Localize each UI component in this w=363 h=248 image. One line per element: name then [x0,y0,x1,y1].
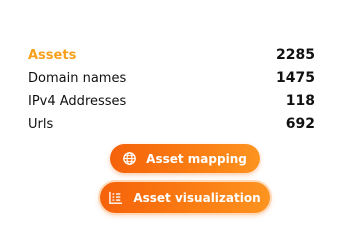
stat-row-urls: Urls 692 [28,115,328,138]
assets-label: Assets [28,48,77,63]
asset-visualization-label: Asset visualization [133,190,261,205]
urls-label: Urls [28,117,54,132]
list-icon [109,191,123,204]
globe-icon [123,152,137,165]
stat-row-assets: Assets 2285 [28,46,328,69]
asset-mapping-label: Asset mapping [146,151,247,166]
asset-mapping-button[interactable]: Asset mapping [110,144,260,173]
assets-count: 2285 [276,47,315,63]
domain-names-count: 1475 [276,70,315,86]
ipv4-addresses-label: IPv4 Addresses [28,94,127,109]
domain-names-label: Domain names [28,71,127,86]
ipv4-addresses-count: 118 [285,93,315,109]
asset-stats-panel: Assets 2285 Domain names 1475 IPv4 Addre… [28,46,328,138]
stat-row-domain-names: Domain names 1475 [28,69,328,92]
urls-count: 692 [285,116,315,132]
stat-row-ipv4-addresses: IPv4 Addresses 118 [28,92,328,115]
asset-visualization-button[interactable]: Asset visualization [100,182,270,213]
